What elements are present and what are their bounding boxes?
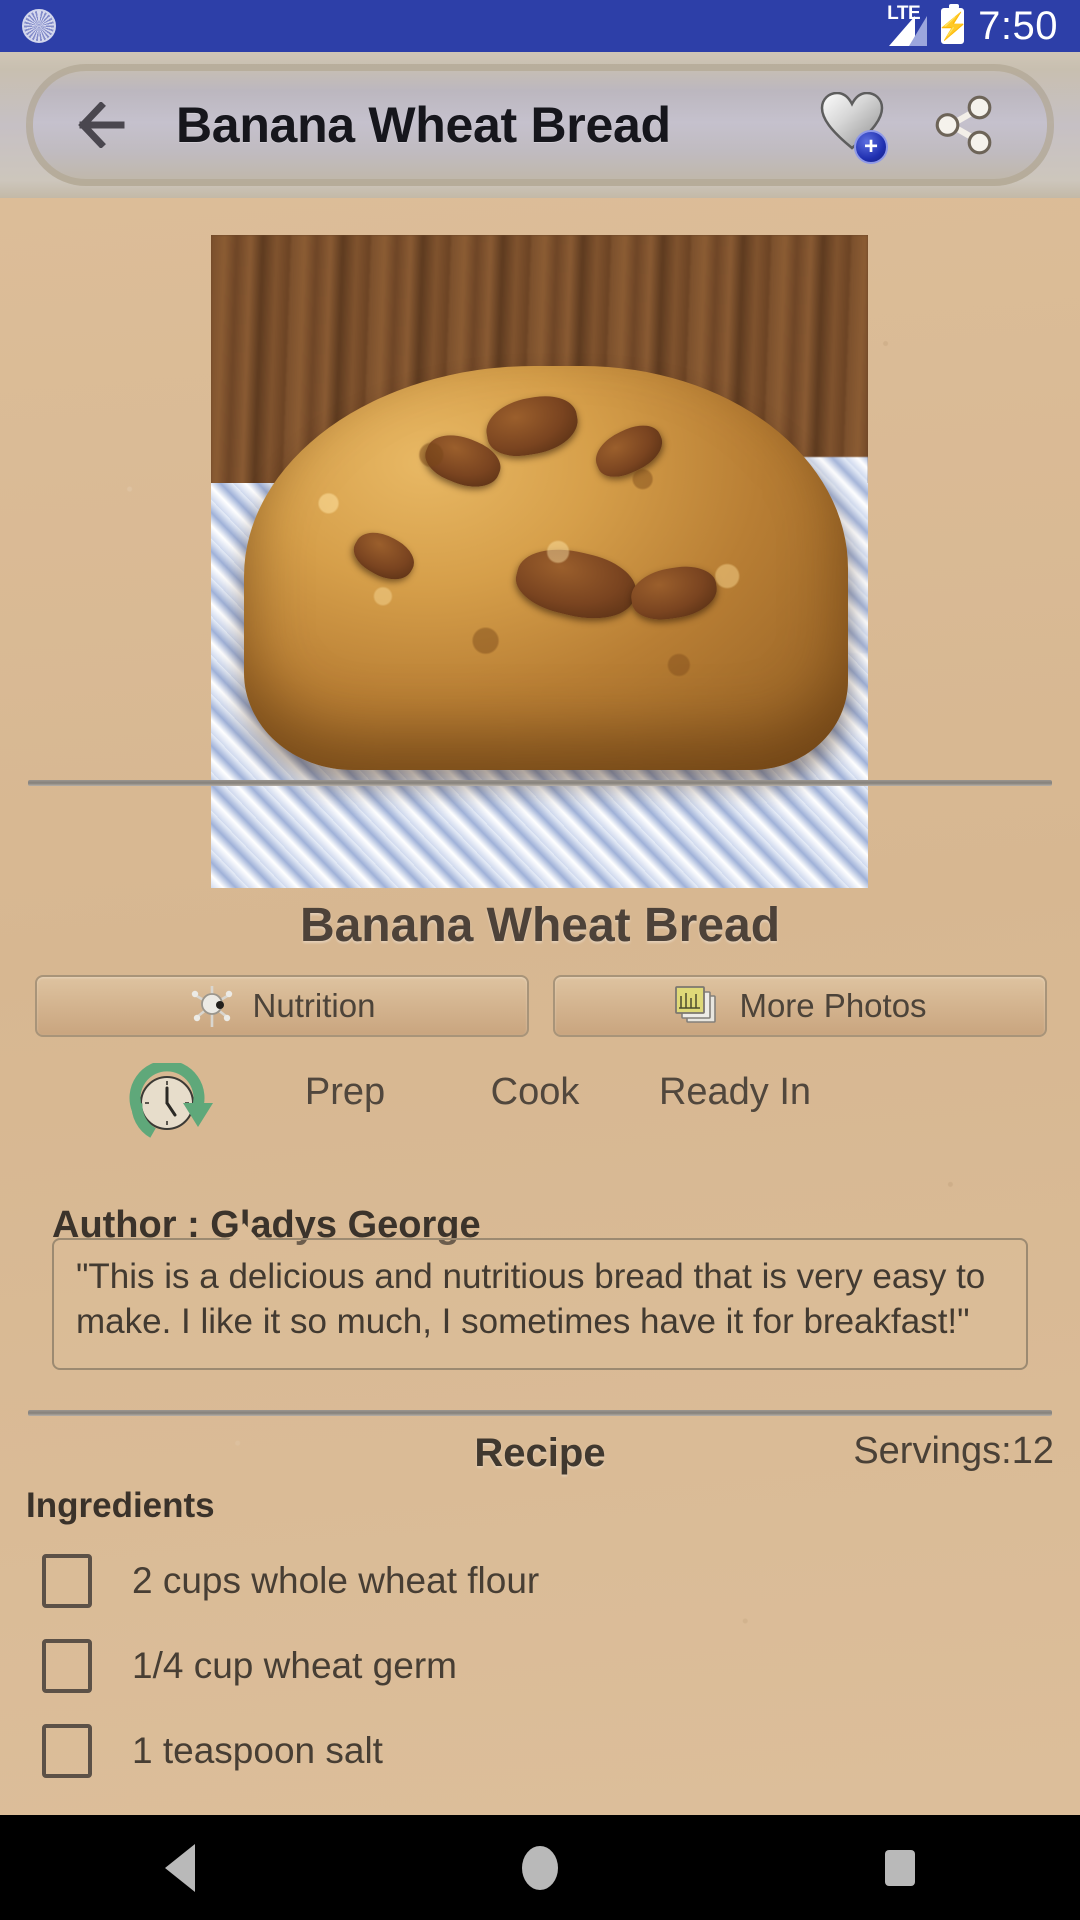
action-button-row: Nutrition More Photos bbox=[0, 975, 1080, 1039]
divider-top bbox=[28, 780, 1052, 786]
status-bar: LTE ⚡ 7:50 bbox=[0, 0, 1080, 52]
ready-in-column: Ready In bbox=[625, 1071, 845, 1124]
pecan-nut bbox=[346, 522, 421, 589]
ready-in-label: Ready In bbox=[658, 1071, 812, 1113]
network-type-label: LTE bbox=[887, 3, 921, 24]
nav-home-icon bbox=[522, 1845, 558, 1890]
page-title: Banana Wheat Bread bbox=[176, 97, 671, 153]
pecan-nut bbox=[481, 390, 582, 462]
recipe-content: Banana Wheat Bread Nutrition More Photos… bbox=[0, 198, 1080, 1815]
ingredient-label: 1/4 cup wheat germ bbox=[132, 1644, 457, 1686]
times-row: Prep Cook Ready In bbox=[0, 1059, 1080, 1145]
signal-bars-icon: LTE bbox=[887, 3, 928, 46]
description-box: "This is a delicious and nutritious brea… bbox=[52, 1238, 1028, 1370]
nav-recent-button[interactable] bbox=[840, 1815, 960, 1920]
phone-screen: LTE ⚡ 7:50 Banana Wheat Bread + Banana W… bbox=[0, 0, 1080, 1920]
clock-refresh-icon bbox=[129, 1063, 213, 1138]
app-bar-actions: + bbox=[816, 90, 996, 164]
ingredient-label: 1 teaspoon salt bbox=[132, 1729, 383, 1771]
nav-home-button[interactable] bbox=[480, 1815, 600, 1920]
back-arrow-icon bbox=[78, 102, 125, 148]
pecan-nut bbox=[419, 425, 508, 498]
favorite-button[interactable]: + bbox=[816, 90, 890, 164]
more-photos-button-label: More Photos bbox=[739, 987, 927, 1024]
ingredient-label: 2 cups whole wheat flour bbox=[132, 1559, 540, 1601]
divider-recipe bbox=[28, 1410, 1052, 1416]
prep-label: Prep bbox=[304, 1071, 386, 1113]
pecan-nut bbox=[627, 562, 720, 624]
nav-recent-icon bbox=[885, 1849, 915, 1886]
servings-label: Servings:12 bbox=[853, 1430, 1054, 1472]
description-text: "This is a delicious and nutritious brea… bbox=[76, 1257, 986, 1341]
favorite-add-badge: + bbox=[854, 130, 888, 164]
cook-value bbox=[455, 1120, 615, 1124]
nav-back-button[interactable] bbox=[120, 1815, 240, 1920]
ingredient-list: 2 cups whole wheat flour 1/4 cup wheat g… bbox=[0, 1538, 1080, 1793]
prep-time-column: Prep bbox=[245, 1071, 445, 1124]
ready-in-value bbox=[625, 1120, 845, 1124]
system-navigation-bar bbox=[0, 1815, 1080, 1920]
prep-value bbox=[245, 1120, 445, 1124]
share-button[interactable] bbox=[930, 92, 996, 158]
nutrition-button[interactable]: Nutrition bbox=[35, 975, 529, 1037]
list-item[interactable]: 2 cups whole wheat flour bbox=[0, 1538, 1080, 1623]
pecan-nut bbox=[588, 417, 670, 485]
charging-bolt-glyph: ⚡ bbox=[936, 11, 969, 41]
status-bar-left bbox=[22, 9, 56, 43]
ingredients-header: Ingredients bbox=[26, 1486, 215, 1525]
recipe-photo[interactable] bbox=[211, 235, 868, 888]
list-item[interactable]: 1/4 cup wheat germ bbox=[0, 1623, 1080, 1708]
more-photos-button[interactable]: More Photos bbox=[553, 975, 1047, 1037]
recipe-caption: Banana Wheat Bread bbox=[299, 899, 781, 952]
ingredient-checkbox[interactable] bbox=[42, 1553, 92, 1608]
list-item[interactable]: 1 teaspoon salt bbox=[0, 1708, 1080, 1793]
status-bar-right: LTE ⚡ 7:50 bbox=[887, 3, 1058, 49]
status-bar-clock: 7:50 bbox=[978, 3, 1058, 48]
cook-time-column: Cook bbox=[455, 1071, 615, 1124]
nutrition-button-label: Nutrition bbox=[252, 987, 376, 1024]
nav-back-icon bbox=[165, 1843, 195, 1892]
pecan-nut bbox=[509, 538, 642, 630]
photo-bread-loaf bbox=[243, 365, 849, 771]
ingredient-checkbox[interactable] bbox=[42, 1723, 92, 1778]
nutrition-icon bbox=[191, 986, 232, 1027]
photo-stack-icon bbox=[675, 986, 717, 1023]
back-button[interactable] bbox=[68, 88, 142, 162]
battery-charging-icon: ⚡ bbox=[936, 4, 969, 44]
app-bar-inset: Banana Wheat Bread + bbox=[26, 64, 1054, 186]
sunburst-icon bbox=[22, 9, 56, 43]
app-bar: Banana Wheat Bread + bbox=[0, 52, 1080, 198]
cook-label: Cook bbox=[490, 1071, 580, 1113]
ingredient-checkbox[interactable] bbox=[42, 1638, 92, 1693]
